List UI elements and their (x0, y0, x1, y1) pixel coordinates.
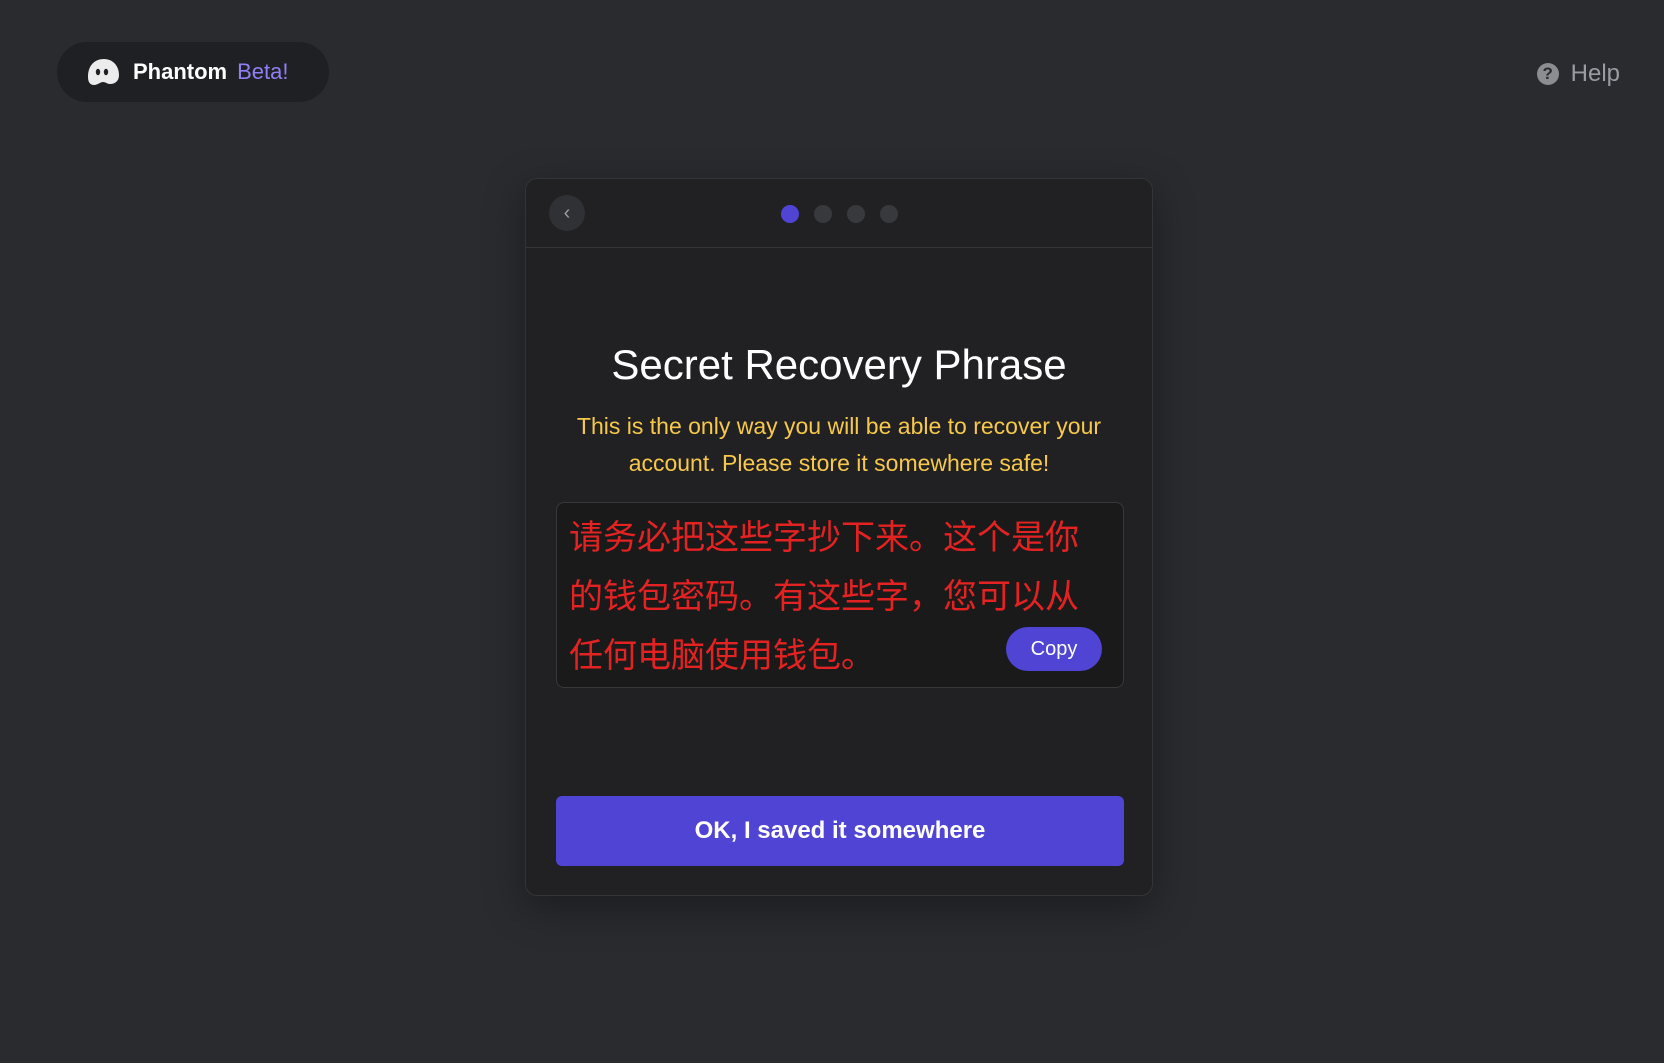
help-link[interactable]: ? Help (1536, 60, 1620, 88)
copy-button[interactable]: Copy (1006, 627, 1102, 671)
recovery-phrase-text: 请务必把这些字抄下来。这个是你的钱包密码。有这些字，您可以从任何电脑使用钱包。 (569, 518, 1079, 676)
brand-name: Phantom (133, 59, 228, 84)
step-dot-2 (813, 205, 832, 223)
page-title: Secret Recovery Phrase (611, 341, 1067, 388)
step-dot-1 (780, 205, 799, 223)
beta-badge: Beta! (237, 59, 289, 84)
confirm-saved-button[interactable]: OK, I saved it somewhere (556, 796, 1124, 866)
onboarding-card: ‹ Secret Recovery Phrase This is the onl… (525, 178, 1153, 896)
step-dot-4 (879, 205, 898, 223)
card-header: ‹ (526, 179, 1152, 248)
ghost-icon (88, 59, 119, 85)
question-circle-icon: ? (1536, 63, 1559, 85)
warning-text: This is the only way you will be able to… (576, 413, 1102, 476)
help-label: Help (1570, 60, 1620, 87)
step-dot-3 (846, 205, 865, 223)
brand-badge: Phantom Beta! (57, 42, 329, 102)
recovery-phrase-box: 请务必把这些字抄下来。这个是你的钱包密码。有这些字，您可以从任何电脑使用钱包。 … (556, 502, 1124, 688)
step-indicator (526, 205, 1152, 223)
